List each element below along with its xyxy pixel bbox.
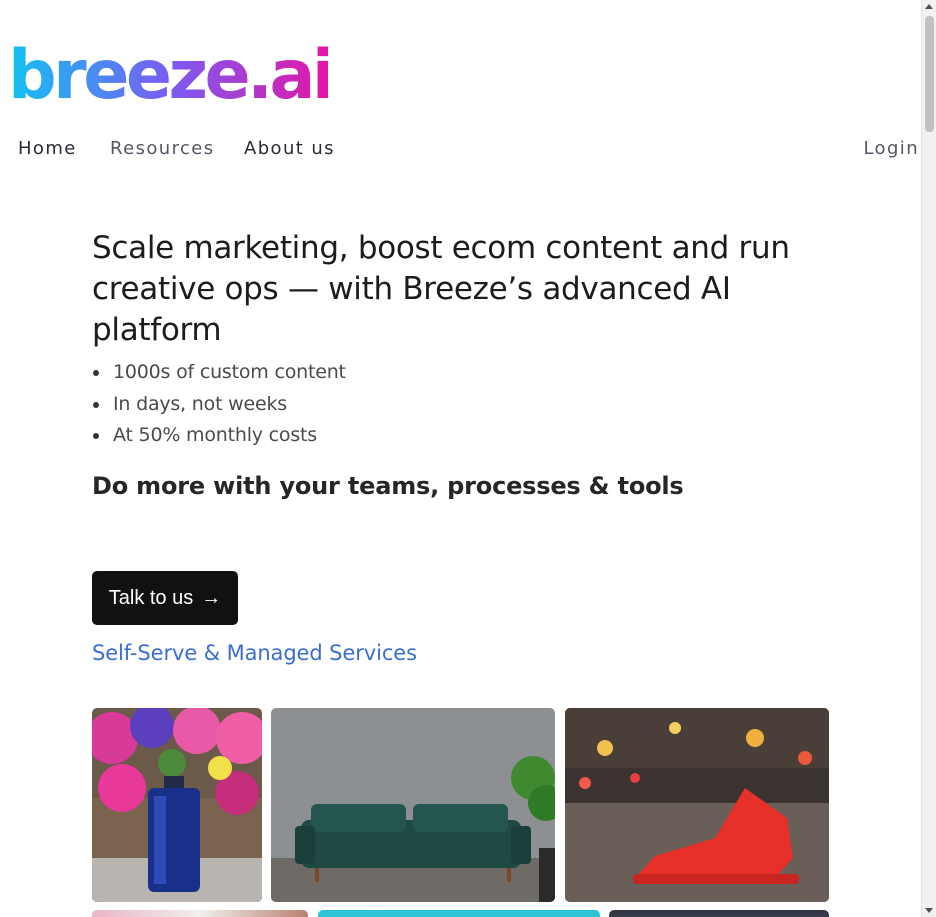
gallery-image-partial	[609, 910, 829, 917]
hero-headline: Scale marketing, boost ecom content and …	[92, 230, 790, 348]
talk-to-us-button[interactable]: Talk to us →	[92, 571, 238, 625]
hero-section: Scale marketing, boost ecom content and …	[92, 228, 832, 502]
scroll-up-icon[interactable]	[925, 4, 933, 9]
gallery-image-partial	[92, 910, 308, 917]
scroll-thumb[interactable]	[925, 16, 934, 132]
nav-resources[interactable]: Resources	[110, 138, 215, 159]
green-sofa-image	[271, 708, 555, 902]
nav-home[interactable]: Home	[18, 138, 77, 159]
logo-wordmark: breeze.ai	[8, 36, 328, 108]
arrow-right-icon: →	[201, 586, 222, 609]
breeze-logo[interactable]: breeze.ai	[8, 28, 328, 108]
nav-about-us[interactable]: About us	[244, 138, 335, 159]
cta-label: Talk to us	[108, 586, 194, 609]
bullet-item: At 50% monthly costs	[93, 420, 832, 452]
page: breeze.ai Home Resources About us Login …	[0, 0, 921, 917]
red-sneaker-image	[565, 708, 829, 902]
image-gallery	[92, 708, 832, 917]
logo-text: breeze.ai	[8, 36, 328, 108]
bullet-item: 1000s of custom content	[93, 357, 832, 389]
gallery-image-partial	[318, 910, 600, 917]
bullet-item: In days, not weeks	[93, 389, 832, 421]
perfume-bottle-image	[92, 708, 262, 902]
nav-login[interactable]: Login	[863, 138, 919, 159]
hero-subhead: Do more with your teams, processes & too…	[92, 471, 684, 500]
scroll-down-icon[interactable]	[925, 908, 933, 913]
hero-bullet-list: 1000s of custom content In days, not wee…	[92, 357, 832, 452]
self-serve-managed-services-link[interactable]: Self-Serve & Managed Services	[92, 641, 417, 665]
vertical-scrollbar[interactable]	[921, 0, 936, 917]
main-nav: Home Resources About us Login	[0, 138, 921, 168]
